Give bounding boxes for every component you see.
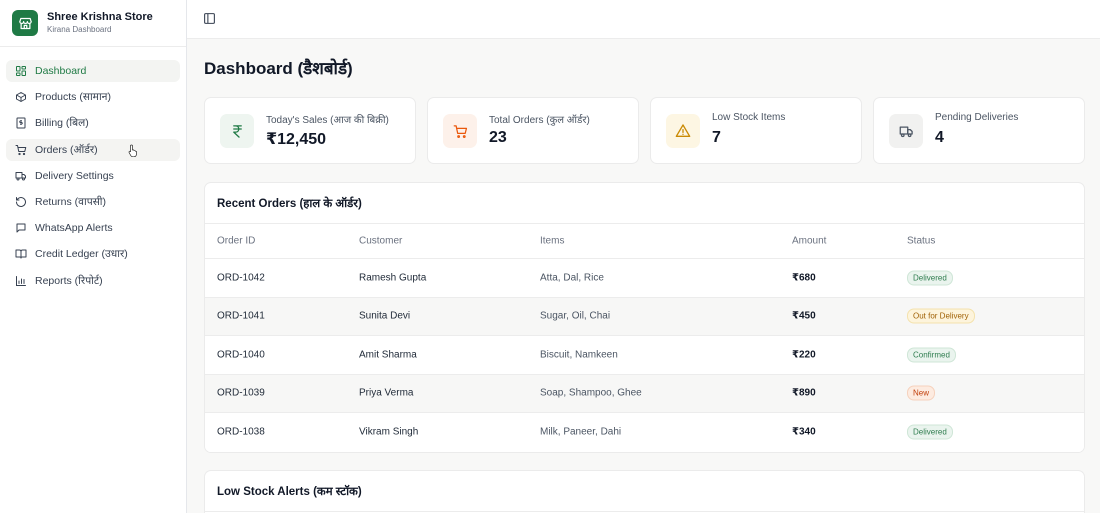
page-title: Dashboard (डैशबोर्ड) xyxy=(204,59,353,78)
sidebar-item-reports[interactable]: Reports (रिपोर्ट) xyxy=(6,270,180,292)
status-badge: Delivered xyxy=(907,424,953,440)
stat-value: 4 xyxy=(935,129,944,146)
rotate-ccw-icon xyxy=(14,195,27,208)
sidebar-item-label: Products (सामान) xyxy=(35,91,111,104)
customer-name: Amit Sharma xyxy=(359,349,417,361)
stat-value: 7 xyxy=(712,129,721,146)
receipt-icon xyxy=(14,117,27,130)
order-id: ORD-1039 xyxy=(217,387,265,399)
recent-orders-panel: Recent Orders (हाल के ऑर्डर) Order ID Cu… xyxy=(204,182,1085,453)
order-amount: ₹340 xyxy=(792,426,816,438)
table-row[interactable]: ORD-1042 Ramesh Gupta Atta, Dal, Rice ₹6… xyxy=(205,259,1084,298)
grid-icon xyxy=(14,65,27,78)
sidebar-nav: Dashboard Products (सामान) Billing (बिल)… xyxy=(0,47,186,292)
sidebar-item-dashboard[interactable]: Dashboard xyxy=(6,60,180,82)
message-icon xyxy=(14,222,27,235)
sidebar-item-delivery-settings[interactable]: Delivery Settings xyxy=(6,165,180,187)
order-amount: ₹890 xyxy=(792,387,816,399)
book-icon xyxy=(14,248,27,261)
sidebar-item-label: Returns (वापसी) xyxy=(35,195,107,208)
stat-card-low-stock: Low Stock Items 7 xyxy=(650,97,862,164)
table-row[interactable]: ORD-1041 Sunita Devi Sugar, Oil, Chai ₹4… xyxy=(205,297,1084,336)
store-icon xyxy=(12,10,38,36)
sidebar-item-orders[interactable]: Orders (ऑर्डर) xyxy=(6,138,180,161)
stat-value: 23 xyxy=(489,129,507,146)
sidebar-item-credit-ledger[interactable]: Credit Ledger (उधार) xyxy=(6,243,180,265)
top-bar xyxy=(187,0,1100,39)
customer-name: Sunita Devi xyxy=(359,310,411,322)
stat-card-pending-deliveries: Pending Deliveries 4 xyxy=(873,97,1085,164)
box-icon xyxy=(14,91,27,104)
status-badge: Confirmed xyxy=(907,347,956,363)
stat-card-total-orders: Total Orders (कुल ऑर्डर) 23 xyxy=(427,97,639,164)
order-amount: ₹220 xyxy=(792,349,816,361)
sidebar-item-label: Credit Ledger (उधार) xyxy=(35,248,128,261)
sidebar-item-products[interactable]: Products (सामान) xyxy=(6,86,180,108)
stat-label: Total Orders (कुल ऑर्डर) xyxy=(489,115,590,126)
column-header: Items xyxy=(540,235,565,247)
store-subtitle: Kirana Dashboard xyxy=(47,25,112,34)
customer-name: Priya Verma xyxy=(359,387,414,399)
stat-value: ₹12,450 xyxy=(266,131,327,148)
cart-icon xyxy=(443,114,477,148)
customer-name: Ramesh Gupta xyxy=(359,272,427,284)
brand-header: Shree Krishna Store Kirana Dashboard xyxy=(0,0,186,47)
order-items: Milk, Paneer, Dahi xyxy=(540,426,622,438)
order-id: ORD-1042 xyxy=(217,272,265,284)
table-row[interactable]: ORD-1040 Amit Sharma Biscuit, Namkeen ₹2… xyxy=(205,336,1084,375)
sidebar-toggle-icon[interactable] xyxy=(203,12,217,26)
sidebar: Shree Krishna Store Kirana Dashboard Das… xyxy=(0,0,187,513)
sidebar-item-label: Reports (रिपोर्ट) xyxy=(35,274,103,287)
table-row[interactable]: ORD-1038 Vikram Singh Milk, Paneer, Dahi… xyxy=(205,413,1084,452)
order-amount: ₹680 xyxy=(792,272,816,284)
truck-icon xyxy=(14,169,27,182)
order-amount: ₹450 xyxy=(792,310,816,322)
recent-orders-title: Recent Orders (हाल के ऑर्डर) xyxy=(205,183,1084,224)
truck-icon xyxy=(889,114,923,148)
warning-icon xyxy=(666,114,700,148)
status-badge: New xyxy=(907,385,936,401)
cart-icon xyxy=(14,143,27,156)
pointer-cursor-icon xyxy=(128,144,139,160)
table-row[interactable]: ORD-1039 Priya Verma Soap, Shampoo, Ghee… xyxy=(205,374,1084,413)
order-items: Atta, Dal, Rice xyxy=(540,272,604,284)
column-header: Amount xyxy=(792,235,827,247)
order-id: ORD-1040 xyxy=(217,349,265,361)
status-badge: Delivered xyxy=(907,270,953,286)
sidebar-item-label: Orders (ऑर्डर) xyxy=(35,143,98,156)
bar-chart-icon xyxy=(14,274,27,287)
order-items: Sugar, Oil, Chai xyxy=(540,310,611,322)
column-header: Order ID xyxy=(217,235,256,247)
sidebar-item-returns[interactable]: Returns (वापसी) xyxy=(6,191,180,213)
order-items: Soap, Shampoo, Ghee xyxy=(540,387,642,399)
rupee-icon xyxy=(220,114,254,148)
sidebar-item-whatsapp-alerts[interactable]: WhatsApp Alerts xyxy=(6,217,180,239)
sidebar-item-label: WhatsApp Alerts xyxy=(35,222,113,235)
order-id: ORD-1038 xyxy=(217,426,265,438)
status-badge: Out for Delivery xyxy=(907,308,975,324)
low-stock-panel: Low Stock Alerts (कम स्टॉक) xyxy=(204,470,1085,513)
stat-label: Today's Sales (आज की बिक्री) xyxy=(266,115,389,126)
stat-label: Pending Deliveries xyxy=(935,112,1019,123)
customer-name: Vikram Singh xyxy=(359,426,419,438)
sidebar-item-label: Delivery Settings xyxy=(35,169,114,182)
stat-label: Low Stock Items xyxy=(712,112,786,123)
stat-card-todays-sales: Today's Sales (आज की बिक्री) ₹12,450 xyxy=(204,97,416,164)
column-header: Customer xyxy=(359,235,403,247)
table-header: Order ID Customer Items Amount Status xyxy=(205,224,1084,259)
column-header: Status xyxy=(907,235,936,247)
main-content: Dashboard (डैशबोर्ड) Today's Sales (आज क… xyxy=(187,39,1100,513)
order-items: Biscuit, Namkeen xyxy=(540,349,618,361)
sidebar-item-label: Billing (बिल) xyxy=(35,117,89,130)
table-body: ORD-1042 Ramesh Gupta Atta, Dal, Rice ₹6… xyxy=(205,259,1084,452)
store-name: Shree Krishna Store xyxy=(47,11,153,23)
sidebar-item-label: Dashboard xyxy=(35,65,87,77)
sidebar-item-billing[interactable]: Billing (बिल) xyxy=(6,112,180,134)
order-id: ORD-1041 xyxy=(217,310,265,322)
low-stock-title: Low Stock Alerts (कम स्टॉक) xyxy=(205,471,1084,512)
